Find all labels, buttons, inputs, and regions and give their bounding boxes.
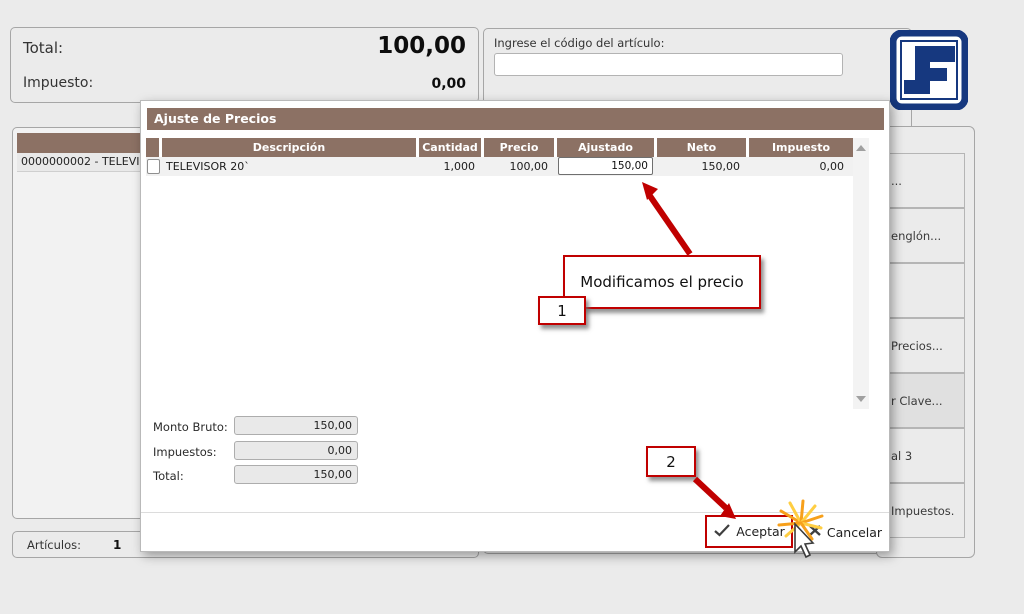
accept-button-label: Aceptar bbox=[736, 524, 785, 539]
scroll-down-icon[interactable] bbox=[856, 396, 866, 402]
app-logo-icon bbox=[889, 29, 969, 111]
total-label: Total: bbox=[23, 39, 64, 57]
side-button-3[interactable] bbox=[878, 263, 965, 318]
grid-header-descripcion: Descripción bbox=[162, 138, 416, 157]
step1-badge: 1 bbox=[538, 296, 586, 325]
grid-header-neto: Neto bbox=[657, 138, 746, 157]
impuestos-label: Impuestos: bbox=[153, 445, 217, 459]
row-checkbox[interactable] bbox=[147, 159, 160, 174]
grid-header-precio: Precio bbox=[484, 138, 554, 157]
cell-impuesto: 0,00 bbox=[819, 160, 845, 173]
tax-label: Impuesto: bbox=[23, 75, 94, 91]
monto-bruto-field bbox=[234, 416, 358, 435]
cancel-button[interactable]: Cancelar bbox=[799, 517, 891, 547]
side-button-clave[interactable]: r Clave... bbox=[878, 373, 965, 428]
side-actions-panel: ... englón... Precios... r Clave... al 3… bbox=[876, 126, 975, 558]
step2-badge: 2 bbox=[646, 446, 696, 477]
side-button-2[interactable]: englón... bbox=[878, 208, 965, 263]
step1-callout: Modificamos el precio bbox=[563, 255, 761, 309]
dialog-separator bbox=[141, 512, 889, 513]
cell-precio: 100,00 bbox=[509, 160, 549, 173]
article-code-input[interactable] bbox=[494, 53, 843, 76]
tax-value: 0,00 bbox=[431, 76, 466, 92]
articles-count: 1 bbox=[113, 538, 122, 552]
grid-header-ajustado: Ajustado bbox=[557, 138, 654, 157]
totals-panel: Total: 100,00 Impuesto: 0,00 bbox=[10, 27, 479, 103]
accept-button[interactable]: Aceptar bbox=[707, 517, 791, 546]
grid-header-cantidad: Cantidad bbox=[419, 138, 481, 157]
ajustado-input[interactable] bbox=[558, 157, 653, 175]
side-button-total3[interactable]: al 3 bbox=[878, 428, 965, 483]
grid-header-select bbox=[146, 138, 159, 157]
price-adjust-dialog: Ajuste de Precios Descripción Cantidad P… bbox=[140, 100, 890, 552]
cancel-button-label: Cancelar bbox=[826, 524, 883, 540]
dialog-total-field bbox=[234, 465, 358, 484]
total-value: 100,00 bbox=[377, 33, 466, 59]
dialog-title: Ajuste de Precios bbox=[147, 108, 884, 130]
side-button-precios[interactable]: Precios... bbox=[878, 318, 965, 373]
monto-bruto-label: Monto Bruto: bbox=[153, 420, 228, 434]
x-icon bbox=[808, 524, 822, 540]
grid-header-impuesto: Impuesto bbox=[749, 138, 853, 157]
side-button-impuestos[interactable]: Impuestos. bbox=[878, 483, 965, 538]
impuestos-field bbox=[234, 441, 358, 460]
side-button-1[interactable]: ... bbox=[878, 153, 965, 208]
cell-descripcion: TELEVISOR 20` bbox=[166, 160, 250, 173]
cell-neto: 150,00 bbox=[701, 160, 741, 173]
accept-highlight-box: Aceptar bbox=[705, 515, 793, 548]
cell-cantidad: 1,000 bbox=[443, 160, 476, 173]
check-icon bbox=[713, 523, 731, 540]
scroll-up-icon[interactable] bbox=[856, 145, 866, 151]
grid-scrollbar[interactable] bbox=[853, 138, 869, 409]
app-window: Total: 100,00 Impuesto: 0,00 Ingrese el … bbox=[0, 0, 1024, 614]
dialog-total-label: Total: bbox=[153, 469, 184, 483]
articles-label: Artículos: bbox=[27, 538, 82, 552]
code-entry-label: Ingrese el código del artículo: bbox=[494, 36, 665, 50]
